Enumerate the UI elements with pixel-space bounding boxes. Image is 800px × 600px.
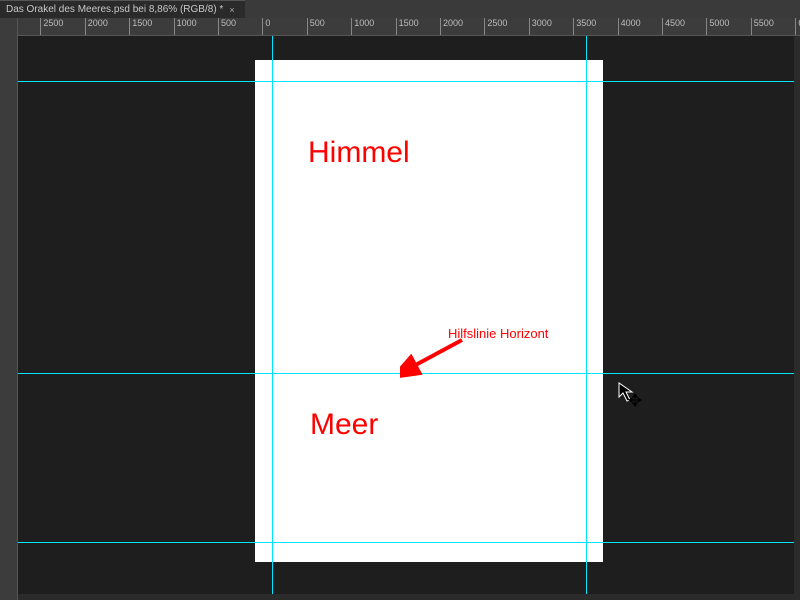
ruler-tick: 4000 — [618, 18, 641, 36]
ruler-tick: 5500 — [751, 18, 774, 36]
ruler-tick: 500 — [218, 18, 236, 36]
ruler-tick: 1000 — [351, 18, 374, 36]
ruler-tick: 1500 — [396, 18, 419, 36]
document-tab-bar: Das Orakel des Meeres.psd bei 8,86% (RGB… — [0, 0, 800, 18]
ruler-tick: 2500 — [484, 18, 507, 36]
ruler-tick: 2000 — [85, 18, 108, 36]
annotation-horizon-label: Hilfslinie Horizont — [448, 326, 548, 341]
ruler-tick: 1500 — [129, 18, 152, 36]
annotation-meer: Meer — [310, 408, 378, 442]
canvas-viewport[interactable]: Himmel Meer Hilfslinie Horizont — [18, 36, 800, 600]
vertical-ruler[interactable] — [0, 18, 18, 600]
close-icon[interactable]: × — [229, 5, 234, 15]
move-cursor-icon — [618, 382, 644, 408]
ruler-tick: 2500 — [40, 18, 63, 36]
ruler-tick: 60 — [795, 18, 800, 36]
document-tab[interactable]: Das Orakel des Meeres.psd bei 8,86% (RGB… — [0, 0, 245, 18]
vertical-scrollbar[interactable] — [794, 36, 800, 594]
ruler-tick: 4500 — [662, 18, 685, 36]
ruler-tick: 1000 — [174, 18, 197, 36]
horizontal-scrollbar[interactable] — [18, 594, 800, 600]
document-tab-title: Das Orakel des Meeres.psd bei 8,86% (RGB… — [6, 4, 223, 15]
ruler-tick: 3500 — [573, 18, 596, 36]
ruler-tick: 0 — [262, 18, 270, 36]
ruler-tick: 500 — [307, 18, 325, 36]
ruler-tick: 3000 — [529, 18, 552, 36]
ruler-tick: 5000 — [706, 18, 729, 36]
annotation-himmel: Himmel — [308, 136, 410, 170]
ruler-tick: 2000 — [440, 18, 463, 36]
horizontal-ruler[interactable]: 0 2500 2000 1500 1000 5000 500 1000 1500 2000 2500… — [18, 18, 800, 36]
